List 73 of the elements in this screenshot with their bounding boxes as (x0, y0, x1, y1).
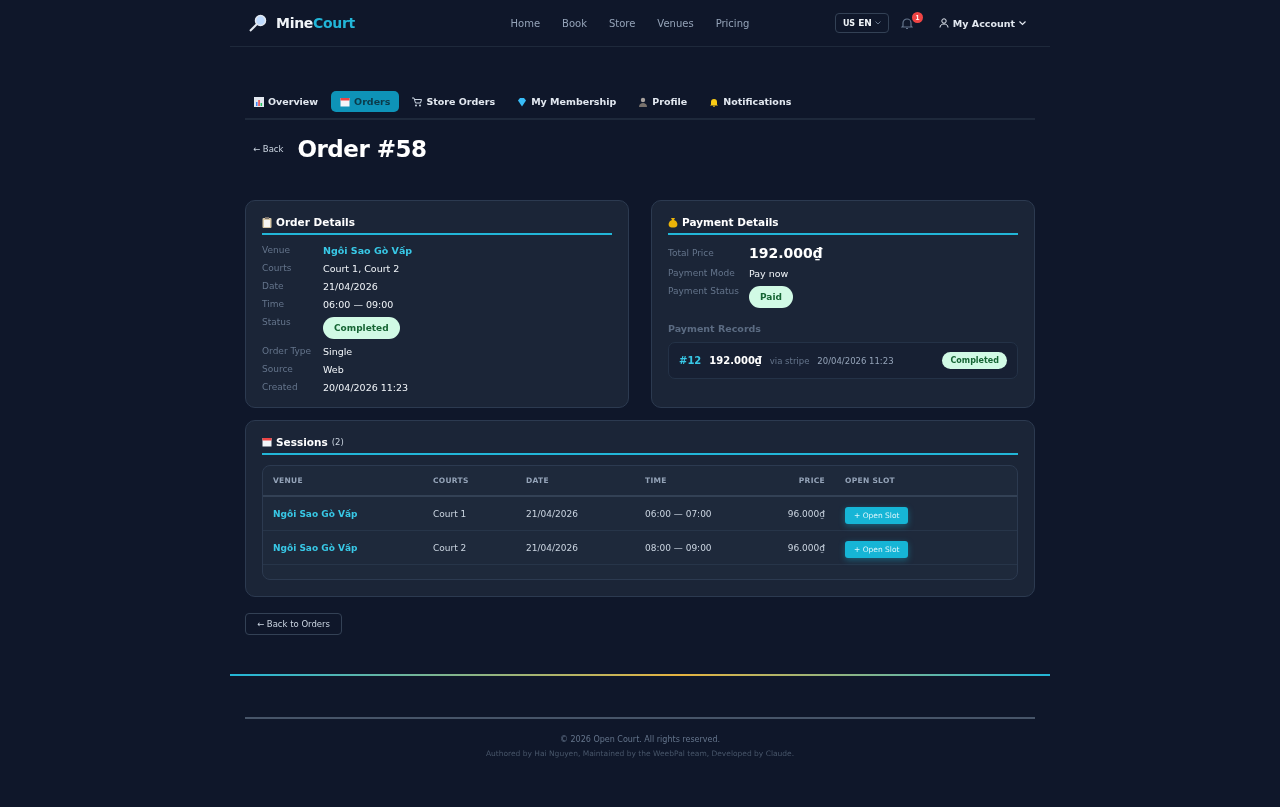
nav-link[interactable]: Venues (657, 17, 694, 29)
record-id: #12 (679, 355, 702, 366)
field-value: Web (323, 364, 345, 375)
record-method: via stripe (769, 355, 810, 366)
cart-icon (412, 96, 423, 107)
field-label: Created (262, 382, 299, 392)
back-link[interactable]: ← Back (253, 144, 284, 154)
magnifier-logo-icon (248, 13, 268, 33)
session-count: (2) (331, 437, 344, 447)
field-label: Venue (262, 245, 291, 255)
money-bag-icon (668, 216, 678, 228)
nav-link[interactable]: Home (510, 17, 541, 29)
table-cell: 21/04/2026 (516, 496, 635, 531)
tab[interactable]: Notifications (700, 91, 801, 112)
nav-link[interactable]: Store (608, 17, 636, 29)
table-cell: Court 2 (423, 530, 516, 565)
status-badge: Paid (749, 286, 793, 308)
card-title: Sessions (276, 436, 328, 448)
table-cell: 06:00 — 07:00 (635, 496, 735, 531)
section-heading: Payment Records (668, 323, 763, 334)
nav-link[interactable]: Pricing (715, 17, 750, 29)
calendar-icon (262, 437, 272, 447)
gem-icon (517, 96, 528, 107)
back-to-orders-button[interactable]: ← Back to Orders (245, 613, 342, 635)
field-value: Single (323, 346, 354, 357)
status-badge: Completed (323, 317, 400, 339)
bell-icon (900, 17, 913, 30)
bell-icon (709, 96, 720, 107)
field-label: Time (262, 299, 286, 309)
status-badge: Completed (942, 352, 1007, 369)
card-title: Order Details (276, 216, 355, 228)
clipboard-icon (262, 216, 272, 228)
record-date: 20/04/2026 11:23 (817, 355, 895, 366)
field-value: 06:00 — 09:00 (323, 299, 395, 310)
tab[interactable]: My Membership (508, 91, 626, 112)
table-cell: 96.000₫ (735, 496, 835, 531)
page-title: Order #58 (297, 136, 427, 162)
nav-link[interactable]: Book (562, 17, 587, 29)
table-cell: 96.000₫ (735, 530, 835, 565)
account-menu[interactable]: My Account (932, 16, 1032, 30)
field-value: 21/04/2026 (323, 281, 379, 292)
field-label: Status (262, 317, 292, 327)
field-value: Court 1, Court 2 (323, 263, 401, 274)
table-cell: 08:00 — 09:00 (635, 530, 735, 565)
logo-text[interactable]: MineCourt (276, 15, 355, 31)
calendar-icon (340, 96, 351, 107)
chart-icon (254, 96, 264, 107)
field-label: Date (262, 281, 285, 291)
language-selector[interactable]: US EN (834, 13, 889, 33)
caret-icon (874, 21, 881, 25)
field-label: Source (262, 364, 294, 374)
copyright-text: © 2026 Open Court. All rights reserved. (559, 735, 721, 744)
person-icon (638, 96, 649, 107)
total-price: 192.000₫ (749, 245, 824, 261)
field-value: 20/04/2026 11:23 (323, 382, 410, 393)
tab[interactable]: Overview (245, 91, 328, 112)
table-cell: 21/04/2026 (516, 530, 635, 565)
table-cell: Court 1 (423, 496, 516, 531)
field-label: Payment Mode (668, 268, 736, 278)
card-title: Payment Details (682, 216, 779, 228)
tab[interactable]: Store Orders (403, 91, 505, 112)
user-icon (938, 18, 949, 28)
record-amount: 192.000₫ (709, 355, 762, 366)
field-label: Courts (262, 263, 293, 273)
venue-link[interactable]: Ngôi Sao Gò Vấp (323, 245, 612, 256)
field-label: Order Type (262, 346, 313, 356)
venue-link[interactable]: Ngôi Sao Gò Vấp (263, 530, 423, 565)
field-label: Total Price (668, 247, 715, 258)
field-value: Pay now (749, 268, 790, 279)
tab[interactable]: Profile (629, 91, 697, 112)
chevron-down-icon (1019, 20, 1026, 26)
field-label: Payment Status (668, 286, 740, 296)
venue-link[interactable]: Ngôi Sao Gò Vấp (263, 496, 423, 531)
